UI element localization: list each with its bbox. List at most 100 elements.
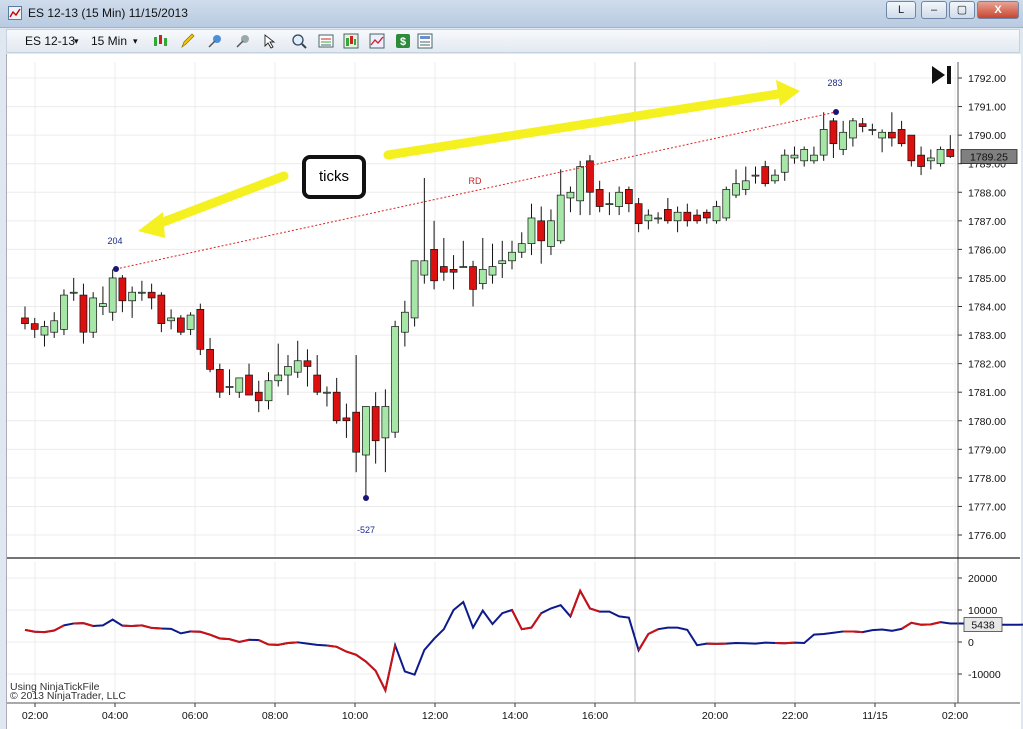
play-to-end-bar: [947, 66, 951, 84]
price-tick-label: 1781.00: [968, 387, 1006, 399]
time-tick-label: 14:00: [502, 710, 528, 722]
time-tick-label: 22:00: [782, 710, 808, 722]
price-tick-label: 1782.00: [968, 359, 1006, 371]
rd-line-label: RD: [469, 176, 482, 186]
candle-body: [469, 266, 477, 290]
indicator-line: [24, 588, 1023, 694]
candle-body: [800, 149, 809, 162]
candle-body: [478, 269, 487, 284]
candle-body: [556, 194, 565, 242]
candle-body: [60, 294, 68, 330]
candle-body: [245, 374, 253, 396]
candle-body: [362, 406, 370, 456]
candle-body: [517, 243, 526, 253]
yellow-arrowhead-right: [776, 80, 800, 106]
candle-body: [293, 360, 302, 373]
candle-body: [206, 348, 214, 370]
indicator-series-red: [24, 628, 55, 634]
candle-body: [741, 180, 750, 190]
candle-body: [527, 217, 536, 245]
indicator-tick-label: 20000: [968, 573, 997, 585]
candle-body: [888, 131, 896, 139]
candle-body: [732, 183, 740, 196]
candle-body: [274, 374, 283, 382]
time-tick-label: 10:00: [342, 710, 368, 722]
price-tick-label: 1787.00: [968, 216, 1006, 228]
candle-body: [391, 326, 399, 433]
indicator-series-red: [190, 630, 250, 644]
candle-body: [858, 123, 867, 127]
candle-body: [303, 360, 312, 367]
candle-body: [79, 294, 88, 333]
swing-point-dot: [833, 109, 839, 115]
candle-body: [21, 317, 29, 324]
candle-body: [839, 131, 848, 150]
candle-body: [663, 209, 672, 222]
candle-body: [829, 120, 838, 145]
candle-body: [946, 149, 955, 157]
candle-body: [702, 211, 711, 219]
time-tick-label: 20:00: [702, 710, 728, 722]
indicator-tick-label: 0: [968, 637, 974, 649]
indicator-series-red: [637, 628, 659, 651]
candle-body: [547, 220, 555, 247]
time-tick-label: 08:00: [262, 710, 288, 722]
swing-point-dot: [363, 495, 369, 501]
candle-body: [108, 277, 117, 313]
price-tick-label: 1776.00: [968, 530, 1006, 542]
price-tick-label: 1779.00: [968, 444, 1006, 456]
candle-body: [186, 314, 195, 330]
price-chart[interactable]: 1792.001791.001790.001789.001788.001787.…: [0, 0, 1023, 729]
candle-body: [712, 206, 721, 222]
candle-body: [936, 149, 945, 165]
candle-body: [683, 211, 692, 222]
candle-body: [352, 411, 361, 453]
candle-body: [332, 391, 341, 422]
candle-body: [50, 320, 59, 333]
candle-body: [381, 406, 390, 439]
candle-body: [810, 154, 818, 162]
indicator-series-red: [843, 630, 863, 634]
candlesticks: [21, 112, 955, 498]
time-tick-label: 12:00: [422, 710, 448, 722]
indicator-series-blue: [24, 588, 1023, 694]
price-tick-label: 1785.00: [968, 273, 1006, 285]
candle-body: [790, 154, 799, 159]
candle-body: [819, 129, 828, 156]
candle-body: [176, 317, 185, 333]
last-price-label: 1789.25: [970, 152, 1008, 164]
candle-body: [878, 131, 886, 139]
candle-body: [30, 323, 39, 330]
candle-body: [254, 391, 263, 402]
swing-low-label: -527: [357, 525, 375, 535]
time-tick-label: 02:00: [22, 710, 48, 722]
price-tick-label: 1790.00: [968, 130, 1006, 142]
candle-body: [897, 129, 906, 145]
candle-body: [508, 251, 516, 262]
price-tick-label: 1786.00: [968, 244, 1006, 256]
candle-body: [761, 166, 770, 185]
candle-body: [420, 260, 429, 276]
price-tick-label: 1791.00: [968, 102, 1006, 114]
candle-body: [401, 311, 409, 333]
candle-body: [917, 154, 925, 167]
candle-body: [907, 134, 916, 162]
candle-body: [40, 326, 49, 336]
candle-body: [498, 260, 507, 265]
yellow-arrow-right: [383, 89, 783, 160]
candle-body: [118, 277, 127, 302]
swing-end-label: 283: [827, 78, 842, 88]
candle-body: [89, 297, 98, 333]
price-tick-label: 1778.00: [968, 473, 1006, 485]
candle-body: [157, 294, 166, 324]
candle-body: [138, 291, 146, 294]
candle-body: [342, 417, 351, 422]
ticks-callout: ticks: [302, 155, 366, 199]
candle-body: [644, 214, 653, 222]
yellow-arrow-left: [153, 171, 289, 229]
candle-body: [605, 203, 614, 206]
indicator-tick-label: 10000: [968, 605, 997, 617]
candle-body: [566, 191, 575, 199]
indicator-series-red: [122, 624, 162, 630]
price-tick-label: 1777.00: [968, 501, 1006, 513]
